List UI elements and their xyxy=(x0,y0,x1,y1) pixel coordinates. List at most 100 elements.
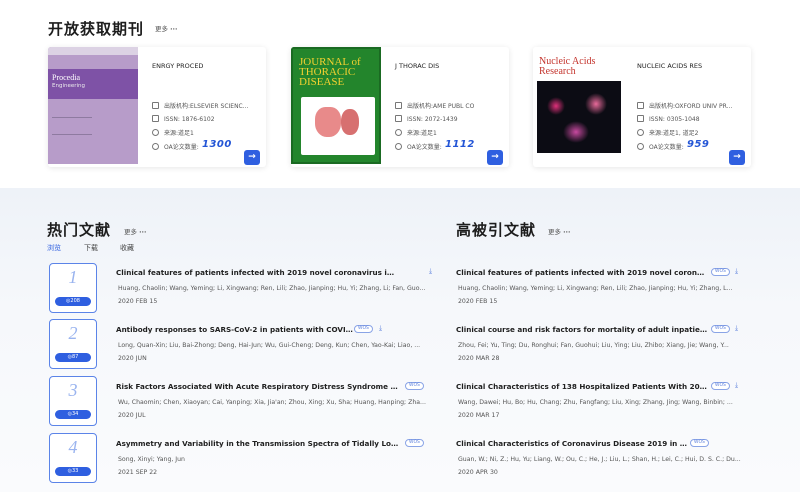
article-authors: Zhou, Fei; Yu, Ting; Du, Ronghui; Fan, G… xyxy=(458,342,729,349)
journal-cover[interactable]: Nucleic Acids Research xyxy=(533,47,623,164)
cited-more-link[interactable]: 更多 ··· xyxy=(548,226,571,236)
journals-more-link[interactable]: 更多 ··· xyxy=(155,23,178,33)
more-label: 更多 xyxy=(124,228,137,236)
oa-label: OA论文数量: xyxy=(164,144,199,151)
article-date: 2020 MAR 28 xyxy=(458,355,500,362)
journal-cover[interactable]: Procedia Engineering xyxy=(48,47,138,164)
tab-views[interactable]: 浏览 xyxy=(47,243,61,253)
issn-value: 2072-1439 xyxy=(424,116,458,123)
download-icon[interactable]: ⤓ xyxy=(379,324,382,332)
hash-icon xyxy=(152,115,159,122)
more-dots-icon: ··· xyxy=(563,228,571,236)
open-access-journals-section: 开放获取期刊 更多 ··· Procedia Engineering ENRGY… xyxy=(0,0,800,188)
source-value: 道足1 xyxy=(421,130,437,137)
journal-name[interactable]: NUCLEIC ACIDS RES xyxy=(637,62,702,70)
cover-title: JOURNAL of THORACIC DISEASE xyxy=(299,57,361,88)
article-title[interactable]: Clinical features of patients infected w… xyxy=(116,268,398,277)
view-count-value: 33 xyxy=(72,468,79,474)
rank-number: 3 xyxy=(68,380,78,400)
issn-value: 0305-1048 xyxy=(666,116,700,123)
article-date: 2020 APR 30 xyxy=(458,469,498,476)
article-date: 2020 JUN xyxy=(118,355,147,362)
arrow-right-icon[interactable]: → xyxy=(729,150,745,165)
hot-more-link[interactable]: 更多 ··· xyxy=(124,226,147,236)
building-icon xyxy=(152,102,159,109)
article-title[interactable]: Clinical features of patients infected w… xyxy=(456,268,708,277)
article-authors: Song, Xinyi; Yang, Jun xyxy=(118,456,185,463)
view-count: ◎208 xyxy=(55,297,91,306)
wos-badge: WOS xyxy=(690,439,709,447)
download-icon[interactable]: ⤓ xyxy=(735,324,738,332)
publisher-value: AME PUBL CO xyxy=(433,103,475,110)
view-count: ◎33 xyxy=(55,467,91,476)
rank-badge: 1 ◎208 xyxy=(49,263,97,313)
journal-publisher: 出版机构:AME PUBL CO xyxy=(395,101,505,110)
download-icon[interactable]: ⤓ xyxy=(735,381,738,389)
rank-badge: 4 ◎33 xyxy=(49,433,97,483)
source-label: 来源: xyxy=(649,130,664,137)
article-title[interactable]: Antibody responses to SARS-CoV-2 in pati… xyxy=(116,325,356,334)
tab-downloads[interactable]: 下载 xyxy=(84,243,98,253)
journal-publisher: 出版机构:ELSEVIER SCIENC... xyxy=(152,101,262,110)
building-icon xyxy=(395,102,402,109)
publisher-value: OXFORD UNIV PR... xyxy=(675,103,733,110)
view-count-value: 34 xyxy=(72,411,79,417)
more-dots-icon: ··· xyxy=(170,25,178,33)
journal-issn: ISSN: 1876-6102 xyxy=(152,115,262,123)
oa-icon xyxy=(395,143,402,150)
journal-source: 来源:道足1 xyxy=(395,128,505,137)
more-dots-icon: ··· xyxy=(139,228,147,236)
lung-illustration xyxy=(341,109,359,135)
article-authors: Wu, Chaomin; Chen, Xiaoyan; Cai, Yanping… xyxy=(118,399,426,406)
article-authors: Guan, W.; Ni, Z.; Hu, Yu; Liang, W.; Ou,… xyxy=(458,456,741,463)
journal-card[interactable]: Nucleic Acids Research NUCLEIC ACIDS RES … xyxy=(533,47,751,167)
source-label: 来源: xyxy=(407,130,422,137)
wos-badge: WOS xyxy=(711,268,730,276)
cover-glow xyxy=(547,97,565,115)
source-icon xyxy=(637,129,644,136)
download-icon[interactable]: ⤓ xyxy=(429,267,432,275)
oa-label: OA论文数量: xyxy=(649,144,684,151)
source-value: 道足1 xyxy=(178,130,194,137)
journal-card[interactable]: Procedia Engineering ENRGY PROCED 出版机构:E… xyxy=(48,47,266,167)
article-title[interactable]: Clinical Characteristics of 138 Hospital… xyxy=(456,382,708,391)
oa-label: OA论文数量: xyxy=(407,144,442,151)
journal-card[interactable]: JOURNAL of THORACIC DISEASE J THORAC DIS 出… xyxy=(291,47,509,167)
journal-name[interactable]: J THORAC DIS xyxy=(395,62,439,70)
article-title[interactable]: Risk Factors Associated With Acute Respi… xyxy=(116,382,400,391)
issn-label: ISSN: xyxy=(164,116,180,123)
journal-source: 来源:道足1, 道足2 xyxy=(637,128,747,137)
oa-count: 1300 xyxy=(202,139,232,150)
issn-label: ISSN: xyxy=(649,116,665,123)
source-icon xyxy=(395,129,402,136)
article-authors: Wang, Dawei; Hu, Bo; Hu, Chang; Zhu, Fan… xyxy=(458,399,733,406)
journal-cover[interactable]: JOURNAL of THORACIC DISEASE xyxy=(291,47,381,164)
journal-issn: ISSN: 2072-1439 xyxy=(395,115,505,123)
publisher-label: 出版机构: xyxy=(164,103,191,110)
oa-count: 1112 xyxy=(445,139,475,150)
article-authors: Huang, Chaolin; Wang, Yeming; Li, Xingwa… xyxy=(458,285,733,292)
rank-number: 1 xyxy=(68,267,78,287)
rank-badge: 3 ◎34 xyxy=(49,376,97,426)
article-title[interactable]: Asymmetry and Variability in the Transmi… xyxy=(116,439,400,448)
section-title-journals: 开放获取期刊 xyxy=(48,20,145,38)
cover-title-line: Research xyxy=(539,66,576,77)
wos-badge: WOS xyxy=(711,382,730,390)
article-authors: Huang, Chaolin; Wang, Yeming; Li, Xingwa… xyxy=(118,285,426,292)
cover-header xyxy=(48,47,138,55)
journal-name[interactable]: ENRGY PROCED xyxy=(152,62,203,70)
arrow-right-icon[interactable]: → xyxy=(487,150,503,165)
view-count: ◎87 xyxy=(55,353,91,362)
wos-badge: WOS xyxy=(711,325,730,333)
download-icon[interactable]: ⤓ xyxy=(735,267,738,275)
cover-title: Procedia xyxy=(52,73,80,82)
oa-count: 959 xyxy=(687,139,710,150)
publisher-label: 出版机构: xyxy=(407,103,434,110)
article-title[interactable]: Clinical course and risk factors for mor… xyxy=(456,325,708,334)
tab-favorites[interactable]: 收藏 xyxy=(120,243,134,253)
publisher-label: 出版机构: xyxy=(649,103,676,110)
arrow-right-icon[interactable]: → xyxy=(244,150,260,165)
section-title-cited: 高被引文献 xyxy=(456,221,537,239)
cover-glow xyxy=(585,93,607,115)
article-title[interactable]: Clinical Characteristics of Coronavirus … xyxy=(456,439,688,448)
